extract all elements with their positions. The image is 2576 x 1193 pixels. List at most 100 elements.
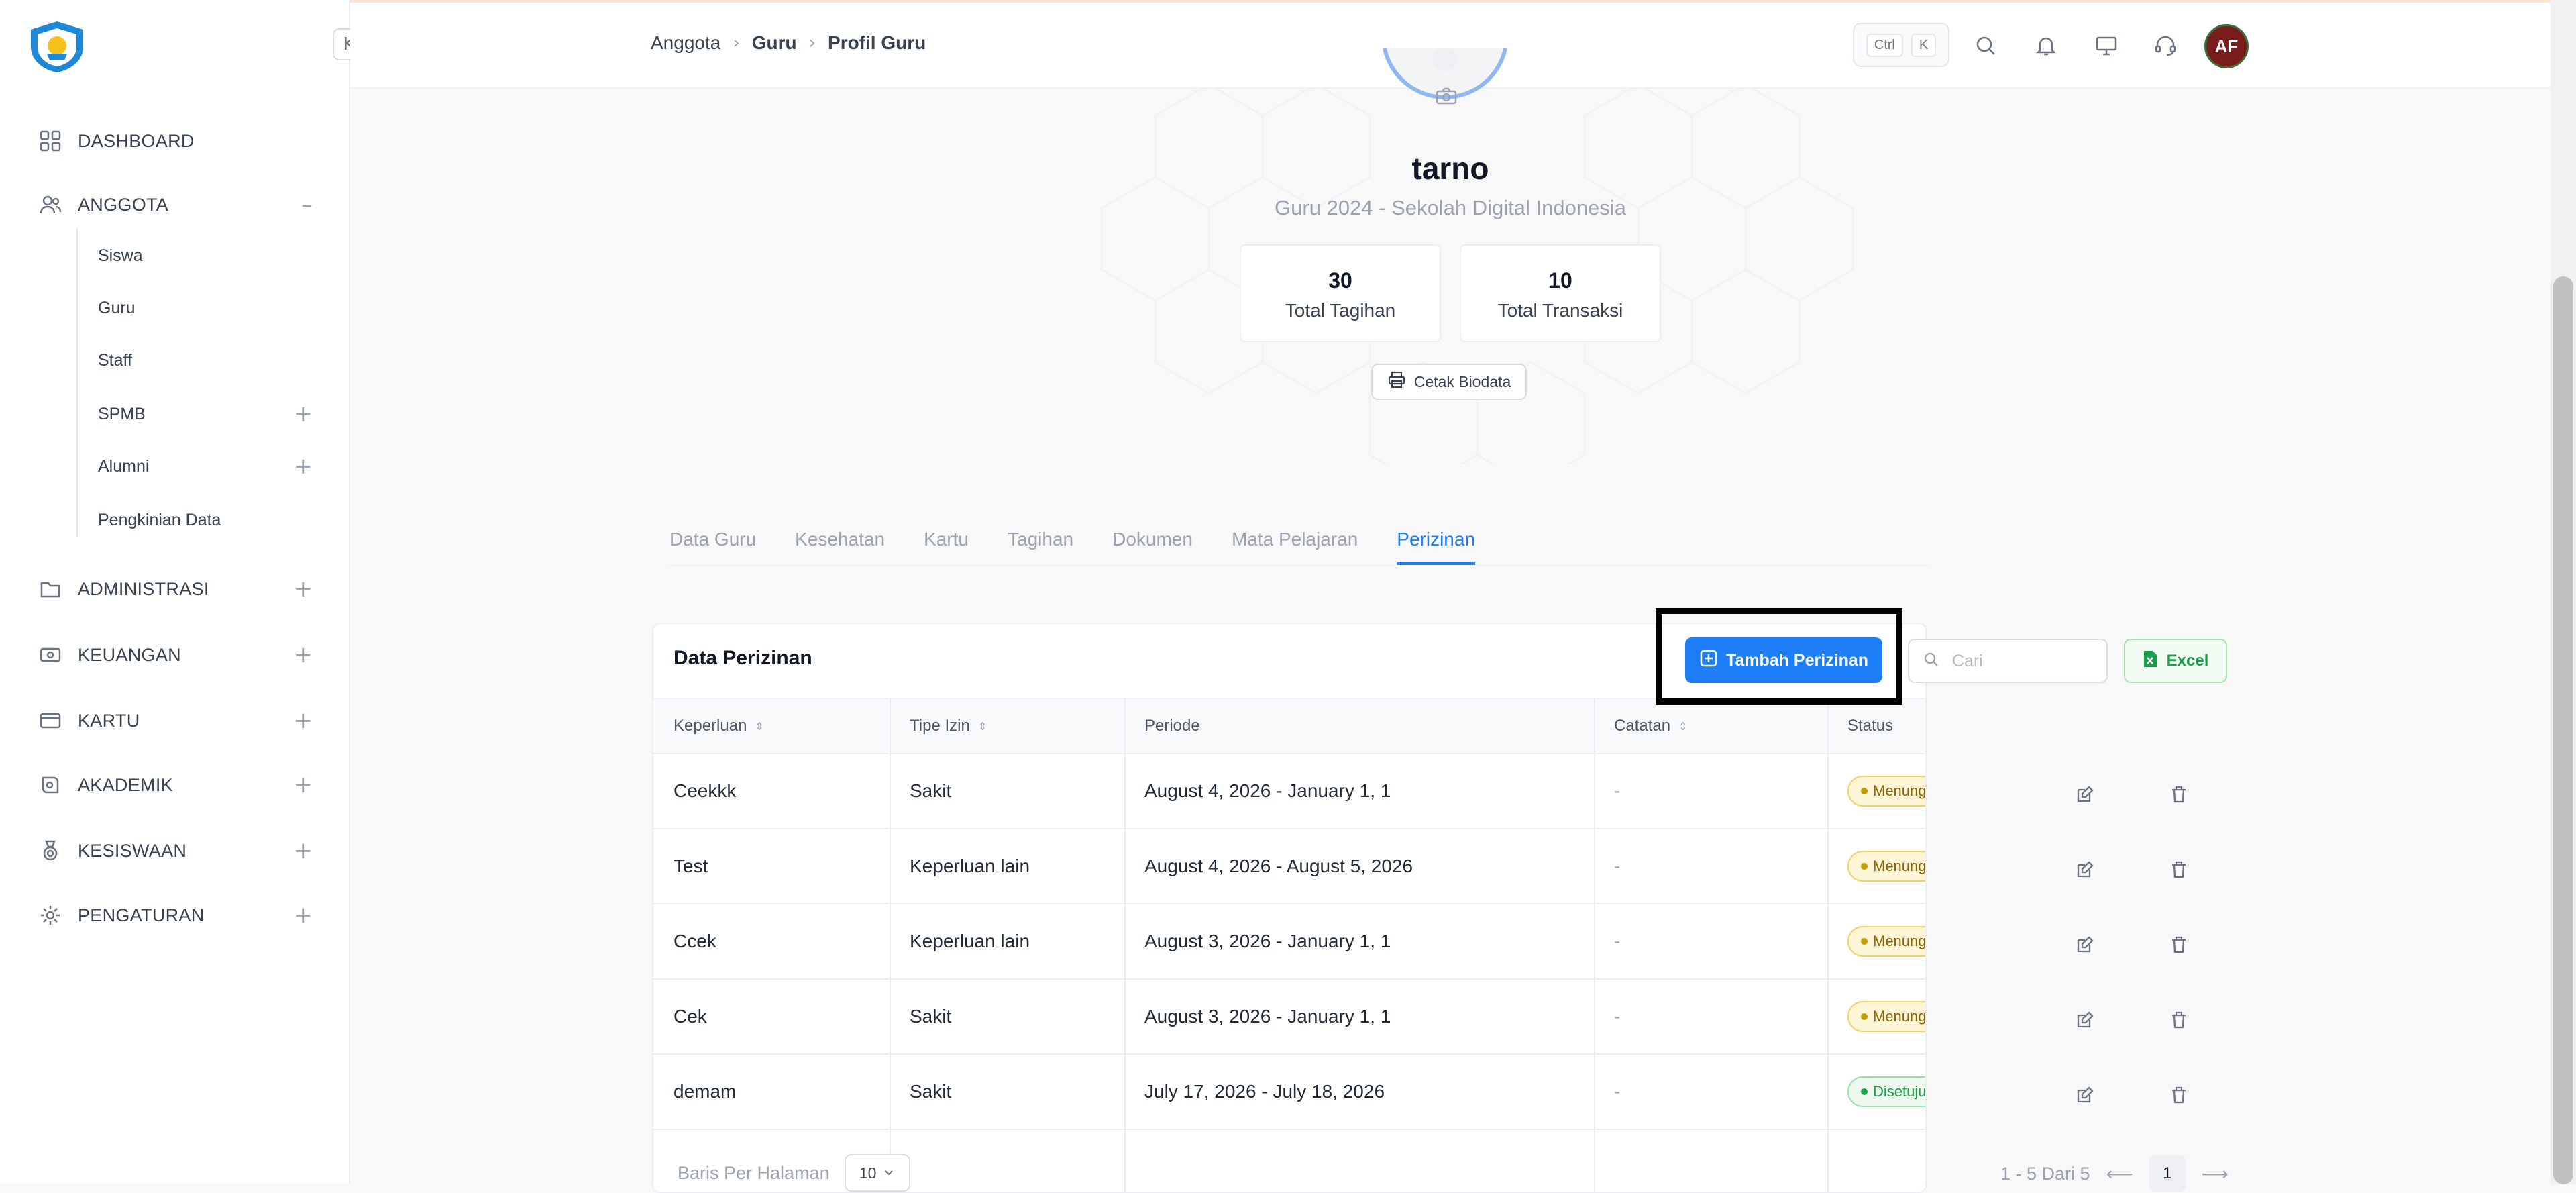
column-header-catatan[interactable]: Catatan ⇕ xyxy=(1594,699,1827,753)
expand-toggle[interactable]: + xyxy=(294,902,313,929)
sidebar-subitem-spmb[interactable]: SPMB + xyxy=(98,397,313,431)
status-label: Disetujui xyxy=(1873,1083,1927,1100)
trash-icon[interactable] xyxy=(2165,781,2192,808)
sidebar-item-label: KARTU xyxy=(78,710,140,731)
search-icon[interactable] xyxy=(1971,31,2000,60)
support-icon[interactable] xyxy=(2151,31,2180,60)
breadcrumb: Anggota › Guru › Profil Guru xyxy=(651,32,926,54)
expand-toggle[interactable]: + xyxy=(294,453,313,480)
sidebar-subitem-label: Siswa xyxy=(98,246,143,265)
search-input[interactable] xyxy=(1951,650,2085,672)
next-page-arrow-icon[interactable]: ⟶ xyxy=(2202,1163,2229,1185)
trash-icon[interactable] xyxy=(2165,1082,2192,1108)
trash-icon[interactable] xyxy=(2165,1006,2192,1033)
breadcrumb-guru[interactable]: Guru xyxy=(752,32,797,54)
search-icon xyxy=(1923,651,1940,672)
expand-toggle[interactable]: + xyxy=(294,401,313,427)
sidebar-item-label: DASHBOARD xyxy=(78,130,195,151)
status-badge: Menunggu xyxy=(1847,1001,1927,1032)
sidebar-item-dashboard[interactable]: DASHBOARD xyxy=(38,121,313,161)
trash-icon[interactable] xyxy=(2165,856,2192,883)
print-biodata-button[interactable]: Cetak Biodata xyxy=(1371,364,1527,400)
sidebar-item-kartu[interactable]: KARTU + xyxy=(38,701,313,741)
user-avatar[interactable]: AF xyxy=(2204,24,2249,68)
stat-value: 30 xyxy=(1328,268,1352,293)
edit-icon[interactable] xyxy=(2072,856,2098,883)
sidebar-subitem-staff[interactable]: Staff xyxy=(98,344,313,377)
status-label: Menunggu xyxy=(1873,1008,1927,1025)
trash-icon[interactable] xyxy=(2165,931,2192,958)
sort-icon[interactable]: ⇕ xyxy=(1678,720,1687,733)
school-logo[interactable] xyxy=(27,20,87,74)
sort-icon[interactable]: ⇕ xyxy=(978,720,987,733)
breadcrumb-current: Profil Guru xyxy=(828,32,926,53)
cell-status: Disetujui xyxy=(1827,1055,1927,1129)
breadcrumb-anggota[interactable]: Anggota xyxy=(651,32,720,54)
bell-icon[interactable] xyxy=(2031,31,2061,60)
cell-tipe-izin: Sakit xyxy=(910,1006,952,1027)
plus-square-icon xyxy=(1699,649,1718,672)
monitor-icon[interactable] xyxy=(2092,31,2121,60)
rows-per-page-value: 10 xyxy=(859,1163,877,1182)
page-number-button[interactable]: 1 xyxy=(2149,1155,2186,1192)
sidebar: K DASHBOARD ANGGOTA – Siswa Guru Staff S… xyxy=(0,0,365,1184)
export-excel-button[interactable]: Excel xyxy=(2124,639,2227,683)
sidebar-item-administrasi[interactable]: ADMINISTRASI + xyxy=(38,569,313,609)
cell-catatan: - xyxy=(1614,1006,1621,1027)
search-field[interactable] xyxy=(1908,639,2108,683)
cell-catatan: - xyxy=(1614,855,1621,876)
expand-toggle[interactable]: + xyxy=(294,641,313,668)
collapse-toggle[interactable]: – xyxy=(301,191,313,218)
edit-icon[interactable] xyxy=(2072,1082,2098,1108)
tab-mata-pelajaran[interactable]: Mata Pelajaran xyxy=(1232,518,1358,565)
tab-kartu[interactable]: Kartu xyxy=(924,518,969,565)
sidebar-subitem-siswa[interactable]: Siswa xyxy=(98,239,313,272)
camera-icon[interactable] xyxy=(1433,86,1460,106)
edit-icon[interactable] xyxy=(2072,1006,2098,1033)
export-excel-label: Excel xyxy=(2166,652,2209,670)
sidebar-subitem-guru[interactable]: Guru xyxy=(98,291,313,325)
expand-toggle[interactable]: + xyxy=(294,576,313,603)
prev-page-arrow-icon[interactable]: ⟵ xyxy=(2106,1163,2133,1185)
breadcrumb-separator: › xyxy=(733,33,740,53)
cell-keperluan: Ccek xyxy=(674,931,716,951)
shortcut-key: Ctrl xyxy=(1866,33,1903,57)
edit-icon[interactable] xyxy=(2072,931,2098,958)
printer-icon xyxy=(1387,370,1406,393)
rows-per-page-label: Baris Per Halaman xyxy=(678,1162,830,1183)
grid-icon xyxy=(38,128,63,154)
sidebar-item-keuangan[interactable]: KEUANGAN + xyxy=(38,635,313,675)
page-scrollbar-thumb[interactable] xyxy=(2553,276,2573,1184)
tab-kesehatan[interactable]: Kesehatan xyxy=(795,518,885,565)
sidebar-subitem-alumni[interactable]: Alumni + xyxy=(98,450,313,483)
tab-data-guru[interactable]: Data Guru xyxy=(669,518,756,565)
money-icon xyxy=(38,642,63,668)
tab-dokumen[interactable]: Dokumen xyxy=(1112,518,1193,565)
sidebar-item-anggota[interactable]: ANGGOTA – xyxy=(38,185,313,225)
sidebar-item-akademik[interactable]: AKADEMIK + xyxy=(38,765,313,805)
command-palette-shortcut[interactable]: Ctrl K xyxy=(1853,23,1949,67)
column-header-status: Status xyxy=(1827,699,1925,753)
sidebar-item-kesiswaan[interactable]: KESISWAAN + xyxy=(38,831,313,871)
sort-icon[interactable]: ⇕ xyxy=(755,720,763,733)
tab-perizinan[interactable]: Perizinan xyxy=(1397,518,1475,565)
edit-icon[interactable] xyxy=(2072,781,2098,808)
column-header-keperluan[interactable]: Keperluan ⇕ xyxy=(653,699,890,753)
add-perizinan-button[interactable]: Tambah Perizinan xyxy=(1685,637,1882,683)
sidebar-subitem-pengkinian-data[interactable]: Pengkinian Data xyxy=(98,503,313,537)
status-label: Menunggu xyxy=(1873,782,1927,799)
expand-toggle[interactable]: + xyxy=(294,772,313,798)
sidebar-item-label: ANGGOTA xyxy=(78,194,169,215)
expand-toggle[interactable]: + xyxy=(294,707,313,734)
expand-toggle[interactable]: + xyxy=(294,837,313,864)
column-label: Status xyxy=(1847,717,1894,735)
sidebar-item-pengaturan[interactable]: PENGATURAN + xyxy=(38,895,313,935)
status-badge: Menunggu xyxy=(1847,926,1925,957)
tab-tagihan[interactable]: Tagihan xyxy=(1008,518,1073,565)
column-header-tipe-izin[interactable]: Tipe Izin ⇕ xyxy=(890,699,1124,753)
rows-per-page-select[interactable]: 10 xyxy=(844,1154,910,1192)
table-title: Data Perizinan xyxy=(674,647,812,669)
cell-periode: August 4, 2026 - January 1, 1 xyxy=(1144,780,1391,801)
users-icon xyxy=(38,192,63,217)
column-label: Tipe Izin xyxy=(910,717,970,735)
